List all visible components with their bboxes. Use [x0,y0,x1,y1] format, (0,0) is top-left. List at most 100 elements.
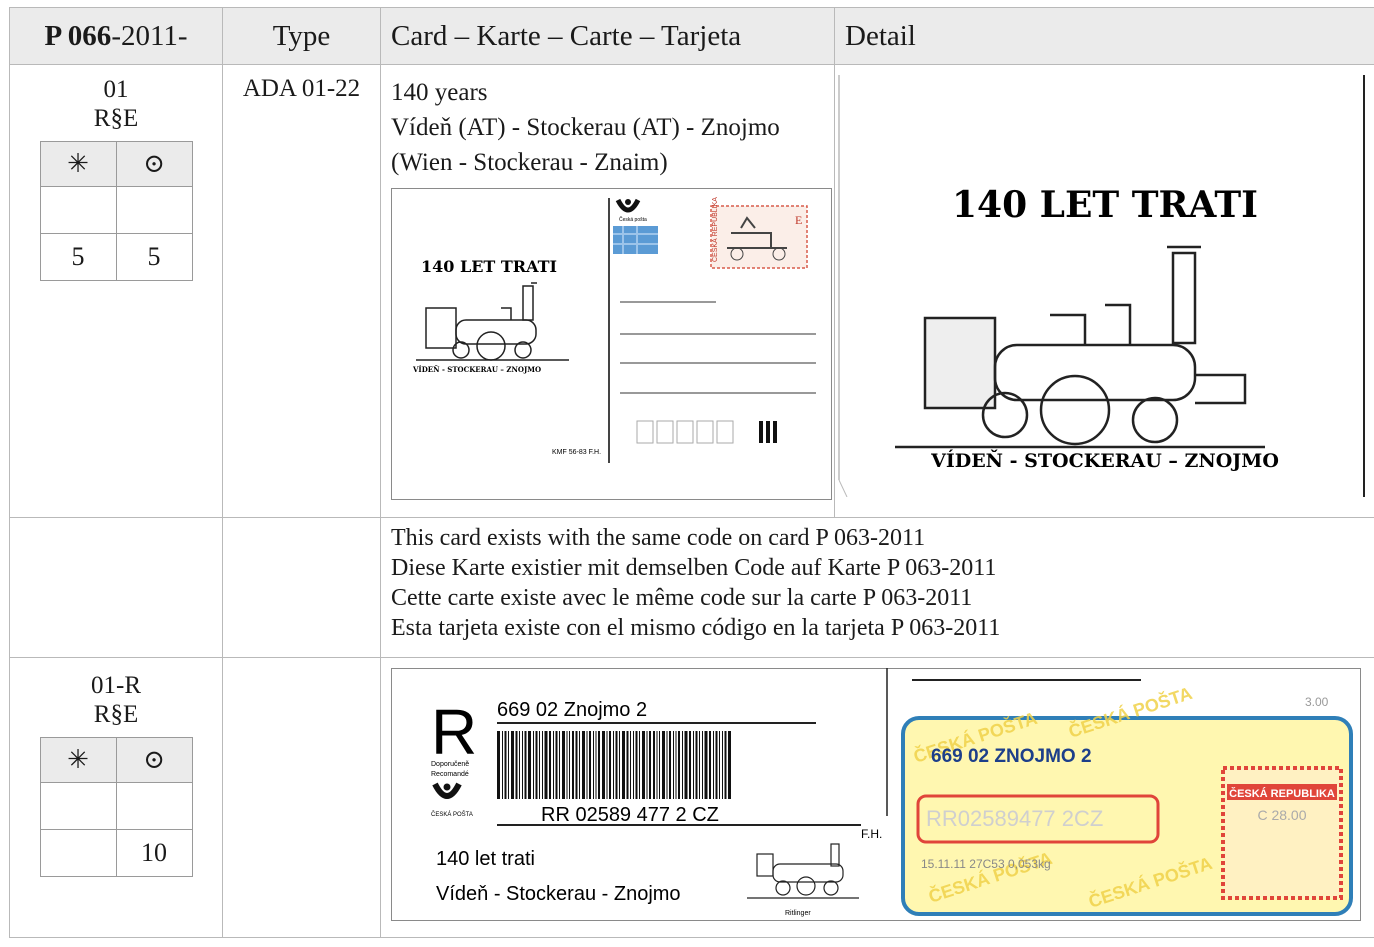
r-label-1: Doporučeně [431,761,469,768]
barcode-bar [533,731,534,799]
initials: F.H. [861,827,882,841]
catalog-table: P 066-2011- Type Card – Karte – Carte – … [9,7,1374,938]
barcode-bar [524,731,527,799]
barcode-bar [504,731,507,799]
barcode-bar [630,731,631,799]
barcode-bar [649,731,651,799]
barcode-bar [586,731,588,799]
barcode-bar [675,731,677,799]
barcode-bar [595,731,597,799]
mint-value [39,186,117,234]
barcode-bar [519,731,520,799]
barcode-bar [713,731,714,799]
barcode-bar [662,731,665,799]
catalog-page: P 066-2011- Type Card – Karte – Carte – … [9,7,1374,943]
post-label: Česká pošta [619,216,647,223]
office-label: 669 02 Znojmo 2 [497,699,647,721]
barcode-bar [582,731,585,799]
barcode-bar [715,731,718,799]
note-line: This card exists with the same code on c… [391,525,926,551]
barcode-bar [579,731,580,799]
table-row: 01-R R§E ✳ ⊙ 10 R Doporučeně Recomandé Č… [9,657,1374,938]
barcode-bar [502,731,503,799]
barcode-bar [724,731,727,799]
barcode-bar [695,731,698,799]
registered-card-cell: R Doporučeně Recomandé ČESKÁ POŠTA 669 0… [380,657,1374,938]
address-line-2: Vídeň - Stockerau - Znojmo [436,883,681,905]
variant-code: 01-R [91,672,141,699]
registration-label: ČESKÁ POŠTA ČESKÁ POŠTA ČESKÁ POŠTA ČESK… [901,682,1353,916]
desc-line: (Wien - Stockerau - Znaim) [391,149,668,176]
used-price: 10 [115,829,193,877]
price-table: ✳ ⊙ 10 [39,737,193,877]
table-header-row: P 066-2011- Type Card – Karte – Carte – … [9,7,1374,65]
barcode-bar [659,731,660,799]
barcode-bar [678,731,680,799]
barcode-bars [759,421,777,443]
barcode-bar [709,731,711,799]
mint-price: 5 [39,233,117,281]
barcode-bar [535,731,538,799]
barcode-bar [515,731,518,799]
barcode-bar [656,731,658,799]
barcode-bar [589,731,591,799]
mint-price [39,829,117,877]
desc-line: 140 years [391,79,488,106]
barcode-bar [622,731,625,799]
label-date: 15.11.11 27C53 0,053kg [921,857,1051,871]
barcode-bar [575,731,578,799]
barcode-bar [598,731,600,799]
post-logo-icon [615,198,641,213]
barcode-bar [613,731,614,799]
header-detail: Detail [834,7,1374,65]
card-route: VÍDEŇ - STOCKERAU – ZNOJMO [412,365,541,374]
used-value [115,186,193,234]
barcode-bar [704,731,708,799]
barcode-bar [615,731,618,799]
label-office: 669 02 ZNOJMO 2 [931,746,1092,767]
barcode-bar [528,731,531,799]
barcode-bar [522,731,523,799]
empty-cell [9,517,223,658]
barcode-bar [553,731,554,799]
stamp-value: E [795,213,802,227]
type-cell: ADA 01-22 [222,64,381,518]
barcode-bar [626,731,629,799]
barcode-bar [609,731,611,799]
barcode-bar [539,731,540,799]
barcode-bar [619,731,620,799]
empty-cell [222,517,381,658]
barcode-bar [693,731,694,799]
mint-symbol: ✳ [39,737,117,783]
imprint: KMF 56-83 F.H. [552,449,601,456]
barcode-bar [722,731,723,799]
barcode-bar [684,731,688,799]
header-type: Type [222,7,381,65]
barcode-bar [606,731,608,799]
barcode-bar [544,731,548,799]
variant-sub: R§E [93,105,139,132]
post-logo-icon [432,782,462,799]
type-cell [222,657,381,938]
mint-value [39,782,117,830]
blue-imprint [613,226,658,254]
registered-r-letter: R [431,696,477,768]
note-line: Esta tarjeta existe con el mismo código … [391,615,1001,641]
barcode-bar [669,731,671,799]
used-value [115,782,193,830]
barcode-bar [699,731,700,799]
price-table: ✳ ⊙ 5 5 [39,141,193,281]
header-card: Card – Karte – Carte – Tarjeta [380,7,835,65]
header-catalog-number: P 066-2011- [9,7,223,65]
detail-image: 140 LET TRATI VÍDEŇ - STOCKERAU – ZNOJMO [835,75,1374,497]
barcode-bar [646,731,648,799]
barcode-bar [682,731,683,799]
barcode-bar [572,731,574,799]
barcode-bar [666,731,668,799]
barcode-bar [602,731,605,799]
artist-label: Ritlinger [785,910,811,917]
registered-envelope-image: R Doporučeně Recomandé ČESKÁ POŠTA 669 0… [391,668,1361,921]
barcode-bar [497,731,500,799]
variant-code: 01 [103,76,129,103]
barcode-bar [593,731,594,799]
